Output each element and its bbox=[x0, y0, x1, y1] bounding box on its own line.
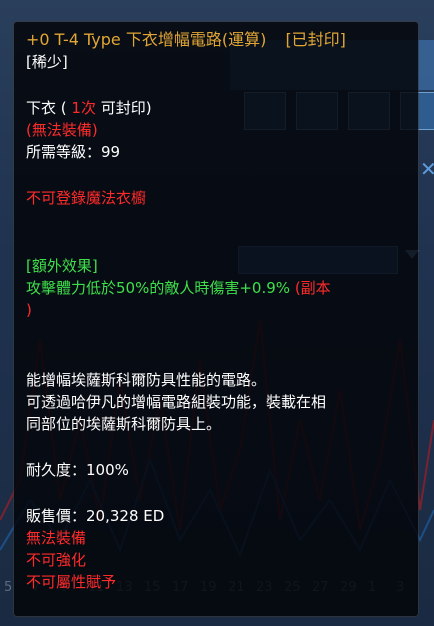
sell-price: 販售價：20,328 ED bbox=[26, 507, 165, 525]
slot-prefix: 下衣 ( bbox=[26, 99, 67, 117]
extra-effect-row: 攻擊體力低於50%的敵人時傷害+0.9% (副本 bbox=[26, 278, 331, 298]
item-title-row: +0 T-4 Type 下衣增幅電路(運算) [已封印] bbox=[26, 30, 346, 50]
extra-effect-tag: (副本 bbox=[294, 279, 331, 297]
description-line-3: 同部位的埃薩斯科爾防具上。 bbox=[26, 415, 222, 433]
description-line-2: 可透過哈伊凡的增幅電路組裝功能，裝載在相 bbox=[26, 393, 327, 411]
item-rarity: [稀少] bbox=[26, 53, 68, 71]
required-level: 所需等級：99 bbox=[26, 143, 121, 161]
seal-status: [已封印] bbox=[285, 30, 346, 49]
seal-suffix: 可封印) bbox=[100, 99, 152, 117]
x-tick-label: 5 bbox=[4, 580, 13, 595]
description-line-1: 能增幅埃薩斯科爾防具性能的電路。 bbox=[26, 371, 267, 389]
durability: 耐久度：100% bbox=[26, 461, 129, 479]
equip-restriction: (無法裝備) bbox=[26, 121, 98, 139]
extra-effect-header: [額外效果] bbox=[26, 257, 98, 275]
restriction-no-enhance: 不可強化 bbox=[26, 551, 87, 569]
seal-count: 1次 bbox=[71, 99, 96, 117]
restriction-no-attribute: 不可屬性賦予 bbox=[26, 573, 117, 591]
extra-effect-text: 攻擊體力低於50%的敵人時傷害+0.9% bbox=[26, 279, 291, 297]
restriction-unequippable: 無法裝備 bbox=[26, 529, 87, 547]
item-slot-row: 下衣 ( 1次 可封印) bbox=[26, 98, 152, 118]
close-icon[interactable]: ✕ bbox=[420, 157, 434, 181]
item-title: +0 T-4 Type 下衣增幅電路(運算) bbox=[26, 30, 267, 49]
item-tooltip: +0 T-4 Type 下衣增幅電路(運算) [已封印] [稀少] 下衣 ( 1… bbox=[14, 22, 418, 616]
wardrobe-note: 不可登錄魔法衣櫥 bbox=[26, 189, 147, 207]
extra-effect-close: ) bbox=[26, 301, 32, 319]
